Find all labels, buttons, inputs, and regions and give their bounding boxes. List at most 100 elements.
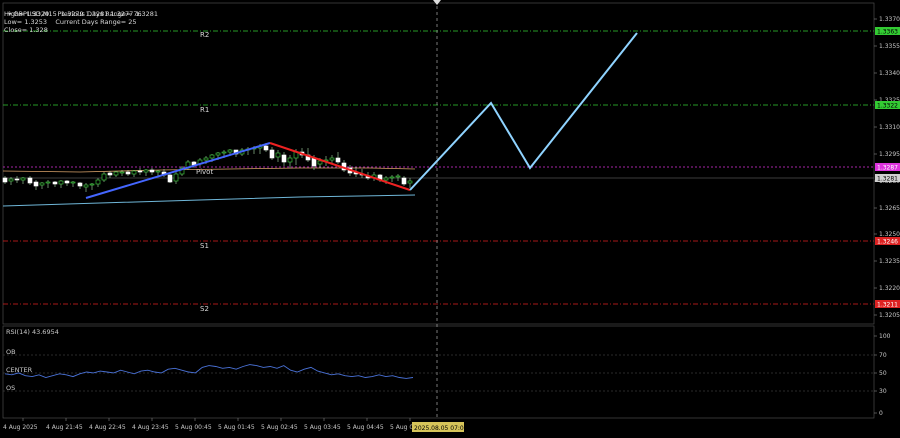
price-tick-label: 1.3205 <box>879 312 900 319</box>
rsi-os-label: OS <box>6 384 15 392</box>
price-badge-label: 1.3246 <box>877 239 898 246</box>
rsi-line <box>4 364 414 379</box>
time-axis: 4 Aug 2025 4 Aug 21:45 4 Aug 22:45 4 Aug 23… <box>3 418 419 431</box>
time-tick-label: 5 Aug 00:45 <box>175 424 212 431</box>
price-badge-label: 1.3287 <box>877 165 898 172</box>
candle-body <box>221 151 227 154</box>
candle-body <box>83 184 89 188</box>
candle-body <box>263 145 269 151</box>
candle-body <box>14 178 20 181</box>
candle-body <box>52 181 58 185</box>
price-tick-label: 1.3265 <box>879 205 900 212</box>
candle-body <box>89 183 95 186</box>
price-badge-label: 1.3211 <box>877 302 898 309</box>
low-line: Low= 1.3253 <box>4 18 48 26</box>
candle-body <box>389 176 395 179</box>
price-tick-label: 1.3250 <box>879 231 900 238</box>
time-tick-label: 5 Aug 02:45 <box>261 424 298 431</box>
prev-range-line: Previous Days Range= 76 <box>57 10 142 18</box>
price-tick-label: 1.3355 <box>879 43 900 50</box>
candle-body <box>215 152 221 156</box>
rsi-tick-label: 0 <box>879 410 883 417</box>
low-range-row: Low= 1.3253 Current Days Range= 25 <box>4 18 136 26</box>
rsi-tick-label: 30 <box>879 388 887 395</box>
price-badge-label: 1.3322 <box>877 103 898 110</box>
candle-body <box>137 170 143 173</box>
rsi-tick-label: 70 <box>879 352 887 359</box>
downtrend-line <box>269 142 411 191</box>
candle-body <box>107 172 113 176</box>
candle-body <box>8 178 14 182</box>
candle-body <box>335 157 341 163</box>
candle-body <box>167 174 173 183</box>
time-tick-label: 5 Aug 03:45 <box>304 424 341 431</box>
candle-body <box>45 181 51 184</box>
candle-body <box>275 152 281 158</box>
candle-body <box>227 149 233 153</box>
candle-body <box>143 169 149 173</box>
price-badge-label: 1.3363 <box>877 29 898 36</box>
candle-body <box>131 170 137 175</box>
curr-range-line: Current Days Range= 25 <box>55 18 137 26</box>
r2-label: R2 <box>200 31 209 39</box>
candle-body <box>173 173 179 182</box>
s2-label: S2 <box>200 305 209 313</box>
r1-label: R1 <box>200 106 209 114</box>
crosshair-marker-icon <box>433 0 441 5</box>
candle-body <box>401 177 407 185</box>
rsi-axis: 100 70 50 30 0 <box>874 333 891 417</box>
candle-body <box>287 157 293 163</box>
time-tick-label: 5 Aug 01:45 <box>218 424 255 431</box>
candle-body <box>269 149 275 159</box>
cursor-time-label: 2025.08.05 07:00 <box>414 425 468 432</box>
candle-body <box>70 181 76 184</box>
s1-label: S1 <box>200 242 209 250</box>
time-tick-label: 4 Aug 23:45 <box>132 424 169 431</box>
main-panel-frame <box>2 2 875 325</box>
time-tick-label: 4 Aug 2025 <box>3 424 38 431</box>
candle-body <box>329 157 335 161</box>
candle-body <box>95 179 101 185</box>
rsi-tick-label: 50 <box>879 370 887 377</box>
candle-body <box>407 180 413 184</box>
candle-body <box>317 160 323 165</box>
candle-body <box>20 177 26 181</box>
candle-body <box>395 175 401 178</box>
candle-body <box>383 177 389 181</box>
price-tick-label: 1.3220 <box>879 285 900 292</box>
candle-body <box>101 173 107 181</box>
rsi-ob-label: OB <box>6 348 16 356</box>
candle-body <box>27 177 33 184</box>
candle-body <box>119 171 125 174</box>
candle-body <box>281 154 287 163</box>
close-line: Close= 1.328 <box>4 26 48 34</box>
candle-body <box>149 169 155 173</box>
lower-channel-line <box>2 194 416 207</box>
price-tick-label: 1.3370 <box>879 16 900 23</box>
time-tick-label: 4 Aug 21:45 <box>46 424 83 431</box>
rsi-title: RSI(14) 43.6954 <box>6 328 59 336</box>
price-tick-label: 1.3235 <box>879 258 900 265</box>
price-badge-label: 1.3281 <box>877 176 898 183</box>
high-line: High= 1.3329 <box>4 10 50 18</box>
time-tick-label: 4 Aug 22:45 <box>89 424 126 431</box>
price-tick-label: 1.3310 <box>879 124 900 131</box>
candle-body <box>39 182 45 186</box>
candle-body <box>125 171 131 175</box>
candle-body <box>203 157 209 161</box>
candle-body <box>33 181 39 187</box>
price-tick-label: 1.3295 <box>879 151 900 158</box>
chart-canvas[interactable]: R2 R1 Pivot S1 S2 1.33701.33551.33401.33… <box>0 0 900 438</box>
candle-body <box>113 171 119 176</box>
rsi-panel-frame <box>2 325 875 419</box>
close-row: Close= 1.328 <box>4 26 48 34</box>
high-range-row: High= 1.3329 Previous Days Range= 76 <box>4 10 142 18</box>
uptrend-line <box>85 142 271 199</box>
candle-body <box>58 180 64 185</box>
time-tick-label: 5 Aug 04:45 <box>347 424 384 431</box>
candle-body <box>209 154 215 159</box>
candle-body <box>155 170 161 173</box>
price-tick-label: 1.3340 <box>879 70 900 77</box>
candle-body <box>77 182 83 187</box>
candle-body <box>2 177 8 183</box>
